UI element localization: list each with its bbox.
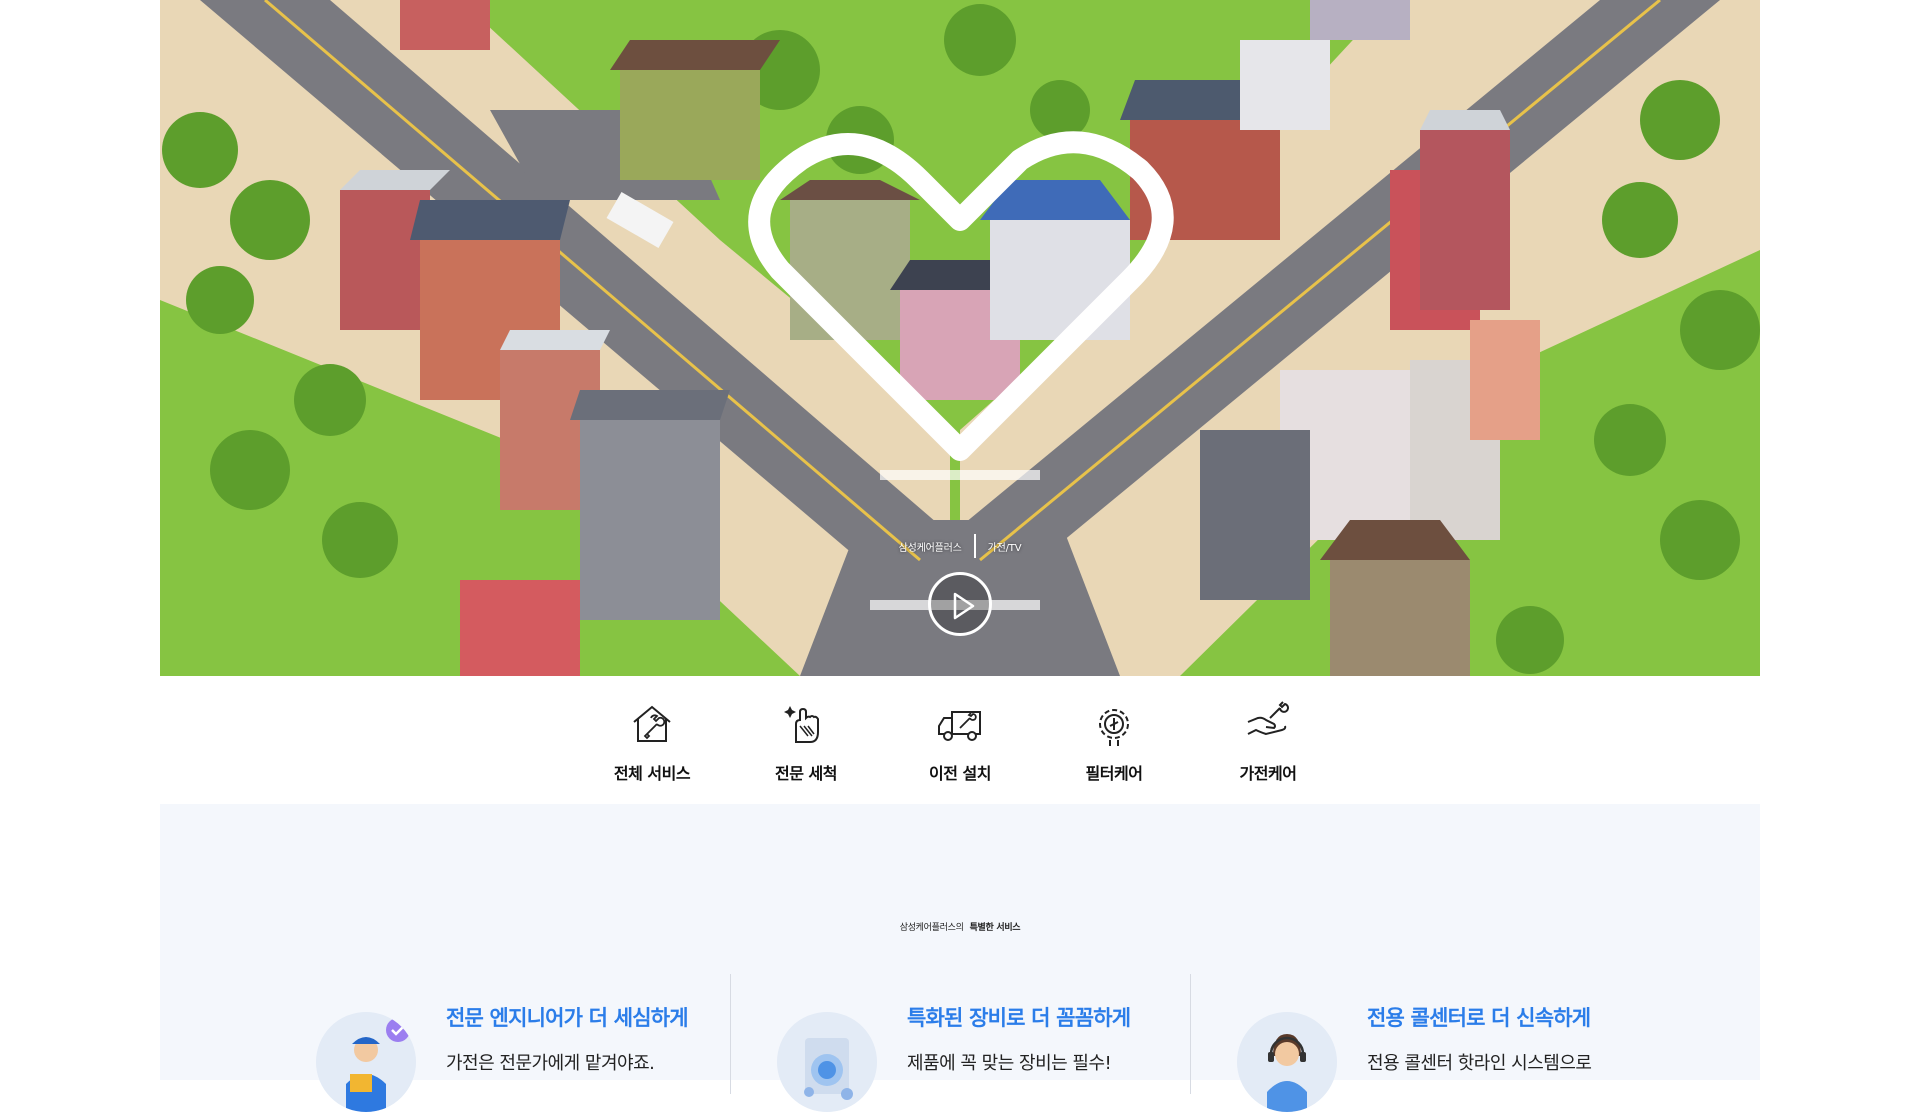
- features-kicker-prefix: 삼성케어플러스의: [899, 923, 964, 933]
- feature-title: 전문 엔지니어가 더 세심하게: [446, 1006, 689, 1030]
- features-kicker: 삼성케어플러스의 특별한 서비스: [160, 920, 1760, 933]
- filter-gear-icon: [1099, 709, 1129, 746]
- hero-banner: 삼성케어플러스 가전/TV: [160, 0, 1760, 676]
- feature-card: 전용 콜센터로 더 신속하게 전용 콜센터 핫라인 시스템으로: [1190, 974, 1760, 1112]
- feature-desc: 전용 콜센터 핫라인 시스템으로: [1367, 1053, 1592, 1074]
- play-icon: [953, 592, 975, 620]
- play-button[interactable]: [928, 572, 992, 636]
- service-item-moving[interactable]: 이전 설치: [883, 676, 1037, 804]
- hero-brand-label: 삼성케어플러스: [898, 542, 962, 554]
- feature-desc: 가전은 전문가에게 맡겨야죠.: [446, 1053, 655, 1074]
- moving-truck-icon: [938, 711, 981, 741]
- features-kicker-highlight: 특별한 서비스: [969, 923, 1021, 933]
- feature-title: 특화된 장비로 더 꼼꼼하게: [907, 1006, 1131, 1030]
- service-item-appliance[interactable]: 가전케어: [1191, 676, 1345, 804]
- cleaning-hand-icon: [784, 706, 819, 743]
- engineer-avatar: [316, 1012, 416, 1112]
- service-label: 이전 설치: [929, 764, 991, 783]
- feature-card: 특화된 장비로 더 꼼꼼하게 제품에 꼭 맞는 장비는 필수!: [730, 974, 1190, 1112]
- hero-category-label: 가전/TV: [987, 542, 1022, 554]
- hand-wrench-icon: [1247, 701, 1289, 736]
- features-section: 삼성케어플러스의 특별한 서비스 전문 엔지니어가 더 세심하게 가전은 전문가에…: [160, 804, 1760, 1112]
- hero-meta: 삼성케어플러스 가전/TV: [160, 534, 1760, 558]
- features-columns: 전문 엔지니어가 더 세심하게 가전은 전문가에게 맡겨야죠. 특화된 장비로 …: [160, 974, 1760, 1112]
- call-center-avatar: [1237, 1012, 1337, 1112]
- feature-title: 전용 콜센터로 더 신속하게: [1367, 1006, 1591, 1030]
- service-item-cleaning[interactable]: 전문 세척: [729, 676, 883, 804]
- feature-card: 전문 엔지니어가 더 세심하게 가전은 전문가에게 맡겨야죠.: [160, 974, 730, 1112]
- service-nav: 전체 서비스 전문 세척 이전 설치 필터케어 가전케어: [0, 676, 1920, 804]
- service-label: 전체 서비스: [613, 764, 691, 783]
- service-label: 필터케어: [1085, 764, 1143, 783]
- hero-meta-divider: [973, 534, 976, 558]
- washing-machine-avatar: [777, 1012, 877, 1112]
- service-item-filter[interactable]: 필터케어: [1037, 676, 1191, 804]
- house-wrench-icon: [633, 705, 671, 742]
- service-label: 가전케어: [1239, 764, 1297, 783]
- feature-desc: 제품에 꼭 맞는 장비는 필수!: [907, 1053, 1112, 1074]
- service-label: 전문 세척: [775, 764, 837, 783]
- service-item-all[interactable]: 전체 서비스: [575, 676, 729, 804]
